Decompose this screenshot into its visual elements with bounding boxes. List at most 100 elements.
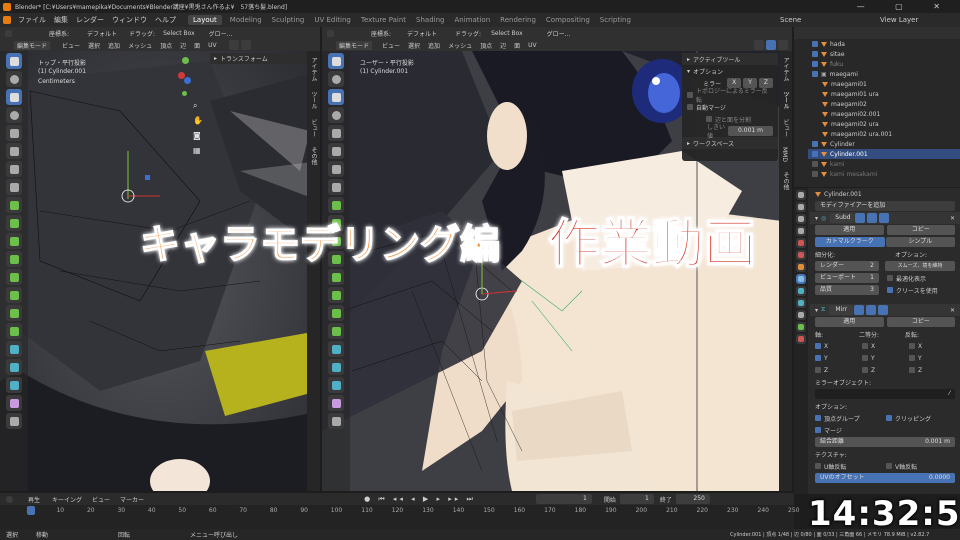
shear-tool[interactable] — [6, 395, 22, 411]
smooth-tool[interactable] — [6, 341, 22, 357]
gizmo-neg-y-icon[interactable] — [182, 91, 187, 96]
uv-smooth-dropdown[interactable]: スムーズ、境を維持 — [885, 261, 955, 271]
menu-render[interactable]: レンダー — [76, 15, 104, 25]
outliner-item-hada[interactable]: hada — [808, 39, 960, 49]
flip-y-label[interactable]: Y — [918, 355, 922, 362]
select-box-tool-right[interactable] — [328, 53, 344, 69]
menu-file[interactable]: ファイル — [18, 15, 46, 25]
axis-x-label[interactable]: X — [824, 343, 862, 350]
measure-tool-right[interactable] — [328, 179, 344, 195]
annotate-tool-right[interactable] — [328, 161, 344, 177]
editmode-toggle-icon[interactable] — [855, 213, 866, 223]
rip-tool[interactable] — [6, 413, 22, 429]
tool-tab-icon[interactable] — [796, 190, 806, 200]
add-cube-tool[interactable] — [6, 197, 22, 213]
flip-x-label[interactable]: X — [918, 343, 922, 350]
timeline-editor-icon[interactable] — [6, 495, 13, 503]
timeline-ruler[interactable]: 1102030405060708090100110120130140150160… — [0, 505, 799, 529]
close-icon[interactable]: ✕ — [950, 215, 955, 222]
menu-add[interactable]: 追加 — [108, 41, 120, 50]
start-frame-field[interactable]: 1 — [619, 494, 654, 504]
tab-item-right[interactable]: アイテム — [781, 57, 790, 81]
loop-cut-tool-right[interactable] — [328, 269, 344, 285]
split-row[interactable]: 辺と面を分割 — [682, 113, 778, 125]
mirror-apply-button[interactable]: 適用 — [815, 317, 884, 327]
outliner-item-kami-mesakami[interactable]: kami mesakami — [808, 169, 960, 179]
orientation-dropdown[interactable]: デフォルト — [87, 29, 117, 38]
n-panel-transform-header[interactable]: ▸ トランスフォーム — [210, 53, 306, 64]
data-tab-icon[interactable] — [796, 322, 806, 332]
menu-add-right[interactable]: 追加 — [428, 41, 440, 50]
outliner-item-sitae[interactable]: sitae — [808, 49, 960, 59]
timeline-keying-menu[interactable]: キーイング — [52, 495, 82, 504]
poly-build-tool[interactable] — [6, 305, 22, 321]
u-flip-label[interactable]: U軸反転 — [824, 462, 886, 471]
tab-uv-editing[interactable]: UV Editing — [314, 16, 351, 24]
mirror-close-icon[interactable]: ✕ — [950, 307, 955, 314]
mirror-object-field[interactable]: ⁄ — [815, 389, 955, 399]
tab-view[interactable]: ビュー — [309, 119, 318, 137]
menu-window[interactable]: ウィンドウ — [112, 15, 147, 25]
drag-dropdown-right[interactable]: Select Box — [491, 30, 523, 37]
menu-edit[interactable]: 編集 — [54, 15, 68, 25]
menu-mesh[interactable]: メッシュ — [128, 41, 152, 50]
shading-solid-icon[interactable] — [754, 40, 764, 50]
flip-z-label[interactable]: Z — [918, 367, 922, 374]
shrink-fatten-tool[interactable] — [6, 377, 22, 393]
menu-help[interactable]: ヘルプ — [155, 15, 176, 25]
spin-tool-right[interactable] — [328, 323, 344, 339]
outliner-item-maegami01[interactable]: maegami01 — [808, 79, 960, 89]
mirror-editmode-icon[interactable] — [854, 305, 865, 315]
menu-vertex[interactable]: 頂点 — [160, 41, 172, 50]
mode-selector-right[interactable]: 編集モード — [336, 40, 373, 50]
outliner-item-maegami02[interactable]: maegami02 — [808, 99, 960, 109]
world-tab-icon[interactable] — [796, 250, 806, 260]
xray-icon[interactable] — [240, 40, 251, 50]
tab-item[interactable]: アイテム — [309, 57, 318, 81]
mirror-copy-button[interactable]: コピー — [886, 317, 955, 327]
subd-name-field[interactable]: Subd — [830, 213, 855, 223]
tab-modeling[interactable]: Modeling — [230, 16, 262, 24]
subd-header[interactable]: ▾ ◎ Subd ✕ — [810, 212, 960, 224]
mirror-header[interactable]: ▾ ⧖ Mirr ✕ — [810, 304, 960, 316]
left-viewport[interactable]: トップ・平行投影 (1) Cylinder.001 Centimeters ⌕ … — [0, 51, 320, 491]
rotate-tool-right[interactable] — [328, 107, 344, 123]
outliner-item-fuku[interactable]: fuku — [808, 59, 960, 69]
material-tab-icon[interactable] — [796, 334, 806, 344]
menu-edge-right[interactable]: 辺 — [500, 41, 506, 50]
outliner-item-maegami02-ura-001[interactable]: maegami02 ura.001 — [808, 129, 960, 139]
tab-sculpting[interactable]: Sculpting — [272, 16, 305, 24]
smooth-tool-right[interactable] — [328, 341, 344, 357]
view-layer-selector[interactable]: View Layer — [880, 16, 918, 24]
current-frame-field[interactable]: 1 — [535, 494, 592, 504]
menu-view-right[interactable]: ビュー — [382, 41, 400, 50]
render-tab-icon[interactable] — [796, 202, 806, 212]
simple-button[interactable]: シンプル — [885, 237, 955, 247]
scale-tool-right[interactable] — [328, 125, 344, 141]
move-tool[interactable] — [6, 89, 22, 105]
active-tool-header[interactable]: ▸ アクティブツール — [682, 53, 778, 65]
timeline-view-menu[interactable]: ビュー — [92, 495, 110, 504]
axis-z-label[interactable]: Z — [824, 367, 862, 374]
scale-tool[interactable] — [6, 125, 22, 141]
end-frame-field[interactable]: 250 — [675, 494, 710, 504]
outliner-item-cylinder-001[interactable]: Cylinder.001 — [808, 149, 960, 159]
tab-other-right[interactable]: その他 — [781, 172, 790, 190]
subd-apply-button[interactable]: 適用 — [815, 225, 884, 235]
bisect-y-label[interactable]: Y — [871, 355, 909, 362]
mode-selector[interactable]: 編集モード — [14, 40, 51, 50]
edge-slide-tool-right[interactable] — [328, 359, 344, 375]
tab-compositing[interactable]: Compositing — [546, 16, 590, 24]
transform-pivot-right[interactable]: グロー… — [547, 29, 571, 38]
drag-dropdown[interactable]: Select Box — [163, 30, 195, 37]
mirror-render-icon[interactable] — [878, 305, 889, 315]
scene-selector[interactable]: Scene — [780, 16, 801, 24]
move-tool-right[interactable] — [328, 89, 344, 105]
gizmo-z-icon[interactable] — [184, 77, 191, 84]
mirror-realtime-icon[interactable] — [866, 305, 877, 315]
options-header[interactable]: ▾ オプション — [682, 65, 778, 77]
object-tab-icon[interactable] — [796, 262, 806, 272]
rotate-tool[interactable] — [6, 107, 22, 123]
modifier-tab-icon[interactable] — [796, 274, 806, 284]
outliner-item-kami[interactable]: kami — [808, 159, 960, 169]
